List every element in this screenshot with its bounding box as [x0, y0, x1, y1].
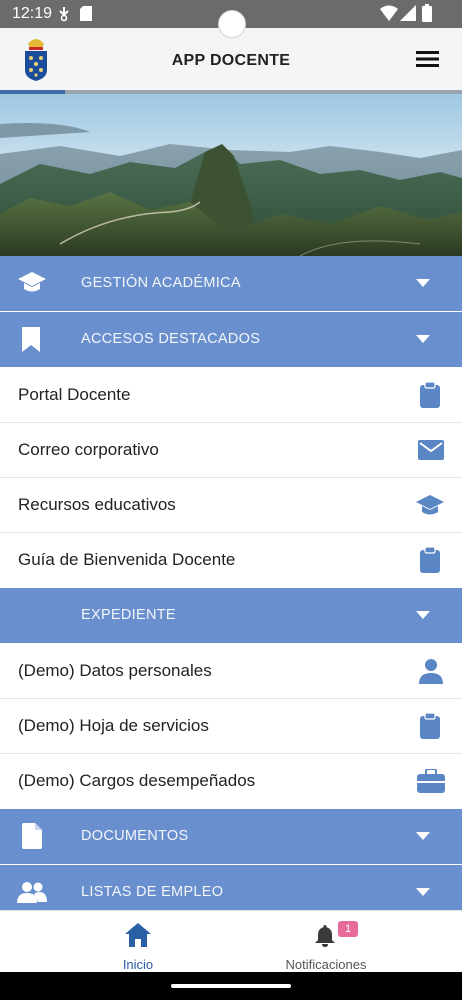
nav-notifications-label: Notificaciones — [285, 957, 367, 972]
section-label: GESTIÓN ACADÉMICA — [81, 275, 241, 291]
chevron-down-icon — [416, 279, 430, 287]
hero-image — [0, 94, 462, 256]
bottom-navigation: Inicio 1 Notificaciones — [0, 910, 462, 973]
briefcase-icon — [417, 768, 445, 798]
nav-home-label: Inicio — [122, 957, 154, 972]
list-item-guia-bienvenida[interactable]: Guía de Bienvenida Docente — [0, 533, 462, 588]
envelope-icon — [418, 440, 444, 465]
clipboard-icon — [420, 712, 440, 744]
home-gesture-pill[interactable] — [171, 984, 291, 988]
section-accesos-destacados[interactable]: ACCESOS DESTACADOS — [0, 312, 462, 367]
list-item-label: Guía de Bienvenida Docente — [18, 550, 236, 569]
document-icon — [22, 823, 42, 854]
home-icon — [125, 923, 151, 952]
nav-home-tab[interactable]: Inicio — [112, 919, 164, 972]
hamburger-menu-icon[interactable] — [416, 50, 440, 73]
list-item-correo-corporativo[interactable]: Correo corporativo — [0, 423, 462, 478]
data-saver-icon — [58, 6, 70, 27]
battery-icon — [422, 4, 432, 27]
list-item-recursos-educativos[interactable]: Recursos educativos — [0, 478, 462, 533]
list-item-label: (Demo) Hoja de servicios — [18, 716, 209, 735]
section-label: LISTAS DE EMPLEO — [81, 884, 224, 900]
app-screen: 12:19 APP DOCENTE GESTIÓN ACADÉMICA ACCE… — [0, 0, 462, 1000]
clipboard-icon — [420, 546, 440, 578]
list-item-label: Correo corporativo — [18, 440, 159, 459]
wifi-icon — [380, 5, 398, 26]
section-label: ACCESOS DESTACADOS — [81, 331, 261, 347]
clipboard-icon — [420, 381, 440, 413]
bookmark-icon — [22, 327, 40, 357]
list-item-portal-docente[interactable]: Portal Docente — [0, 368, 462, 423]
system-navigation-bar — [0, 972, 462, 1000]
status-time: 12:19 — [12, 5, 53, 22]
section-expediente[interactable]: EXPEDIENTE — [0, 588, 462, 643]
front-camera — [218, 10, 246, 38]
signal-icon — [400, 5, 416, 26]
users-icon — [17, 881, 47, 908]
section-label: DOCUMENTOS — [81, 828, 189, 844]
list-item-label: (Demo) Cargos desempeñados — [18, 771, 256, 790]
chevron-down-icon — [416, 832, 430, 840]
chevron-down-icon — [416, 888, 430, 896]
chevron-down-icon — [416, 611, 430, 619]
notification-badge: 1 — [338, 921, 358, 937]
list-item-hoja-servicios[interactable]: (Demo) Hoja de servicios — [0, 699, 462, 754]
app-title: APP DOCENTE — [171, 52, 291, 69]
person-icon — [419, 658, 443, 689]
bell-icon — [315, 925, 335, 952]
graduation-cap-icon — [416, 493, 444, 522]
section-label: EXPEDIENTE — [81, 607, 176, 623]
list-item-label: Recursos educativos — [18, 495, 176, 514]
list-item-datos-personales[interactable]: (Demo) Datos personales — [0, 644, 462, 699]
chevron-down-icon — [416, 335, 430, 343]
section-gestion-academica[interactable]: GESTIÓN ACADÉMICA — [0, 256, 462, 311]
list-item-label: Portal Docente — [18, 385, 131, 404]
sd-card-icon — [80, 6, 92, 26]
graduation-cap-icon — [18, 270, 46, 299]
list-item-label: (Demo) Datos personales — [18, 661, 212, 680]
section-documentos[interactable]: DOCUMENTOS — [0, 809, 462, 864]
nav-notifications-tab[interactable]: 1 Notificaciones — [270, 919, 382, 972]
list-item-cargos-desempenados[interactable]: (Demo) Cargos desempeñados — [0, 754, 462, 809]
